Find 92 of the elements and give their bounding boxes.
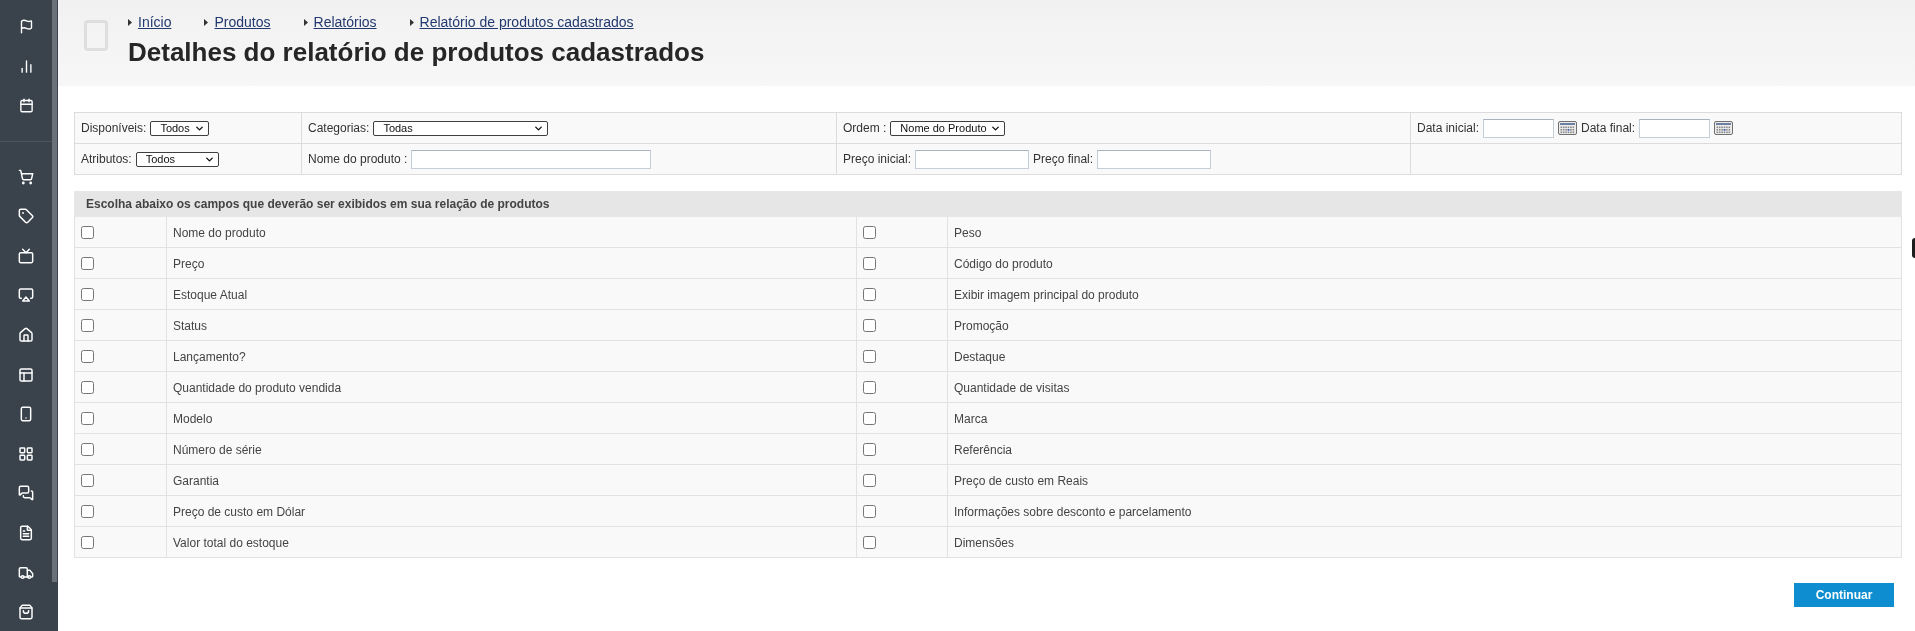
checkbox[interactable] — [81, 226, 94, 239]
caret-right-icon — [128, 18, 132, 26]
bag-icon[interactable] — [18, 604, 34, 621]
home-icon[interactable] — [18, 326, 34, 343]
grid-icon[interactable] — [18, 445, 34, 462]
field-label: Preço de custo em Dólar — [173, 505, 306, 519]
date-field[interactable] — [1639, 118, 1711, 138]
page-title: Detalhes do relatório de produtos cadastrados — [128, 37, 705, 67]
checkbox[interactable] — [81, 474, 94, 487]
breadcrumb-link[interactable]: Relatório de produtos cadastrados — [419, 14, 634, 30]
checkbox[interactable] — [863, 381, 876, 394]
tag-icon[interactable] — [18, 208, 34, 225]
checkbox[interactable] — [863, 474, 876, 487]
checkbox[interactable] — [863, 226, 876, 239]
continue-button[interactable]: Continuar — [1794, 583, 1894, 607]
checkbox[interactable] — [81, 443, 94, 456]
cart-icon[interactable] — [18, 168, 34, 185]
field-label: Preço de custo em Reais — [954, 474, 1089, 488]
screen-cast-icon[interactable] — [18, 287, 34, 304]
dropdown[interactable]: Todas — [373, 120, 549, 136]
filter-label: Nome do produto : — [308, 152, 408, 166]
filter-label: Atributos: — [81, 152, 132, 166]
field-label: Marca — [954, 412, 988, 426]
filter-label: Ordem : — [843, 121, 887, 135]
checkbox[interactable] — [81, 350, 94, 363]
field-label: Lançamento? — [173, 350, 246, 364]
layout-icon[interactable] — [18, 366, 34, 383]
text-field[interactable] — [915, 149, 1030, 169]
calendar-icon[interactable] — [18, 98, 34, 114]
field-label: Valor total do estoque — [173, 536, 289, 550]
field-label: Preço — [173, 257, 205, 271]
text-field[interactable] — [1097, 149, 1212, 169]
field-label: Dimensões — [954, 536, 1015, 550]
text-field[interactable] — [411, 149, 652, 169]
filter-label: Data final: — [1581, 121, 1636, 135]
field-label: Nome do produto — [173, 226, 266, 240]
checkbox[interactable] — [863, 350, 876, 363]
tv-icon[interactable] — [18, 247, 34, 264]
field-label: Código do produto — [954, 257, 1053, 271]
phone-icon[interactable] — [18, 406, 34, 423]
filter-label: Preço inicial: — [843, 152, 912, 166]
floating-button[interactable] — [1912, 238, 1915, 258]
field-label: Garantia — [173, 474, 220, 488]
breadcrumb-link[interactable]: Início — [138, 14, 172, 30]
checkbox[interactable] — [863, 288, 876, 301]
checkbox[interactable] — [863, 505, 876, 518]
field-label: Referência — [954, 443, 1013, 457]
calendar-icon[interactable] — [1714, 121, 1734, 135]
field-label: Quantidade do produto vendida — [173, 381, 342, 395]
checkbox[interactable] — [81, 381, 94, 394]
breadcrumb-link[interactable]: Relatórios — [313, 14, 377, 30]
checkbox[interactable] — [863, 319, 876, 332]
filter-label: Categorias: — [308, 121, 370, 135]
field-label: Quantidade de visitas — [954, 381, 1070, 395]
dropdown[interactable]: Todos — [135, 151, 219, 167]
checkbox[interactable] — [81, 257, 94, 270]
dropdown[interactable]: Nome do Produto — [890, 120, 1006, 136]
checkbox[interactable] — [81, 505, 94, 518]
field-label: Estoque Atual — [173, 288, 248, 302]
checkbox[interactable] — [81, 288, 94, 301]
filter-label: Preço final: — [1033, 152, 1094, 166]
chat-icon[interactable] — [18, 485, 34, 502]
checkbox[interactable] — [863, 412, 876, 425]
filter-label: Data inicial: — [1417, 121, 1480, 135]
bar-chart-icon[interactable] — [18, 58, 34, 74]
breadcrumb-link[interactable]: Produtos — [214, 14, 271, 30]
checkbox[interactable] — [81, 319, 94, 332]
dropdown[interactable]: Todos — [150, 120, 210, 136]
field-label: Informações sobre desconto e parcelamento — [954, 505, 1192, 519]
caret-right-icon — [409, 18, 414, 26]
caret-right-icon — [204, 18, 209, 26]
field-label: Exibir imagem principal do produto — [954, 288, 1139, 302]
checkbox[interactable] — [863, 257, 876, 270]
field-label: Destaque — [954, 350, 1006, 364]
calendar-icon[interactable] — [1558, 121, 1578, 135]
caret-right-icon — [303, 18, 308, 26]
field-label: Peso — [954, 226, 982, 240]
field-label: Modelo — [173, 412, 213, 426]
date-field[interactable] — [1483, 118, 1555, 138]
filter-label: Disponíveis: — [81, 121, 147, 135]
flag-icon[interactable] — [18, 19, 34, 35]
checkbox[interactable] — [81, 412, 94, 425]
checkbox[interactable] — [863, 536, 876, 549]
field-label: Status — [173, 319, 208, 333]
table-header: Escolha abaixo os campos que deverão ser exibidos em sua relação de produtos — [74, 191, 1902, 217]
truck-icon[interactable] — [18, 564, 34, 581]
field-label: Promoção — [954, 319, 1009, 333]
scrollbar-thumb[interactable] — [52, 0, 57, 582]
checkbox[interactable] — [81, 536, 94, 549]
checkbox[interactable] — [863, 443, 876, 456]
field-label: Número de série — [173, 443, 262, 457]
document-icon[interactable] — [18, 524, 34, 541]
